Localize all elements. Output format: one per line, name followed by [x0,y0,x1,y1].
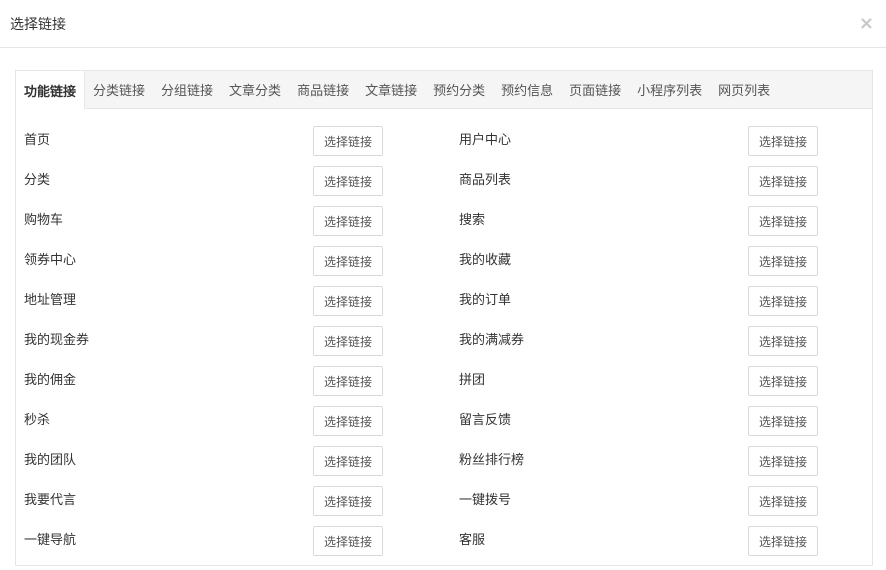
select-link-button[interactable]: 选择链接 [748,406,818,436]
select-link-button[interactable]: 选择链接 [748,206,818,236]
link-row: 我的团队 选择链接 粉丝排行榜 选择链接 [16,446,872,486]
link-label: 一键拨号 [459,493,512,508]
select-link-button[interactable]: 选择链接 [313,486,383,516]
link-row: 地址管理 选择链接 我的订单 选择链接 [16,286,872,326]
tab-10[interactable]: 网页列表 [710,71,778,108]
tab-1[interactable]: 分类链接 [85,71,153,108]
link-row: 购物车 选择链接 搜索 选择链接 [16,206,872,246]
link-label: 我的团队 [24,453,77,468]
select-link-button[interactable]: 选择链接 [313,326,383,356]
link-label: 领券中心 [24,253,77,268]
link-label: 分类 [24,173,51,188]
close-icon[interactable]: × [857,14,876,33]
link-row: 首页 选择链接 用户中心 选择链接 [16,126,872,166]
link-label: 我的收藏 [459,253,512,268]
select-link-button[interactable]: 选择链接 [313,246,383,276]
link-row: 我要代言 选择链接 一键拨号 选择链接 [16,486,872,526]
tab-6[interactable]: 预约分类 [425,71,493,108]
tab-9[interactable]: 小程序列表 [629,71,710,108]
link-label: 我的订单 [459,293,512,308]
select-link-button[interactable]: 选择链接 [313,406,383,436]
link-row: 一键导航 选择链接 客服 选择链接 [16,526,872,565]
select-link-button[interactable]: 选择链接 [748,246,818,276]
link-label: 拼团 [459,373,486,388]
link-label: 留言反馈 [459,413,512,428]
link-label: 客服 [459,533,486,548]
select-link-button[interactable]: 选择链接 [313,446,383,476]
tab-5[interactable]: 文章链接 [357,71,425,108]
link-label: 我的满减券 [459,333,525,348]
link-label: 我的现金券 [24,333,90,348]
link-label: 搜索 [459,213,486,228]
tab-8[interactable]: 页面链接 [561,71,629,108]
link-label: 购物车 [24,213,64,228]
link-panel: 功能链接 分类链接 分组链接 文章分类 商品链接 文章链接 预约分类 预约信息 页面链接 小程序列… [15,70,873,566]
link-row: 领券中心 选择链接 我的收藏 选择链接 [16,246,872,286]
tab-7[interactable]: 预约信息 [493,71,561,108]
link-grid: 首页 选择链接 用户中心 选择链接 分类 选择链接 商品列表 选择链接 购物车 选择链接 搜索 选择链… [16,109,872,565]
select-link-button[interactable]: 选择链接 [313,166,383,196]
link-label: 用户中心 [459,133,512,148]
tab-2[interactable]: 分组链接 [153,71,221,108]
link-label: 一键导航 [24,533,77,548]
select-link-button[interactable]: 选择链接 [748,486,818,516]
link-label: 地址管理 [24,293,77,308]
tab-4[interactable]: 商品链接 [289,71,357,108]
link-label: 商品列表 [459,173,512,188]
link-row: 分类 选择链接 商品列表 选择链接 [16,166,872,206]
select-link-button[interactable]: 选择链接 [313,126,383,156]
link-label: 粉丝排行榜 [459,453,525,468]
modal-header: 选择链接 × [0,0,886,48]
link-row: 秒杀 选择链接 留言反馈 选择链接 [16,406,872,446]
tab-3[interactable]: 文章分类 [221,71,289,108]
tab-bar: 功能链接 分类链接 分组链接 文章分类 商品链接 文章链接 预约分类 预约信息 页面链接 小程序列… [16,71,872,109]
select-link-button[interactable]: 选择链接 [748,166,818,196]
link-label: 我要代言 [24,493,77,508]
select-link-button[interactable]: 选择链接 [748,366,818,396]
select-link-button[interactable]: 选择链接 [748,126,818,156]
select-link-button[interactable]: 选择链接 [313,526,383,556]
link-label: 秒杀 [24,413,51,428]
select-link-button[interactable]: 选择链接 [748,446,818,476]
select-link-button[interactable]: 选择链接 [748,326,818,356]
link-row: 我的佣金 选择链接 拼团 选择链接 [16,366,872,406]
select-link-modal: 选择链接 × 功能链接 分类链接 分组链接 文章分类 商品链接 文章链接 预约分类 预约信息页… [0,0,886,570]
select-link-button[interactable]: 选择链接 [748,286,818,316]
select-link-button[interactable]: 选择链接 [313,206,383,236]
select-link-button[interactable]: 选择链接 [313,366,383,396]
select-link-button[interactable]: 选择链接 [748,526,818,556]
select-link-button[interactable]: 选择链接 [313,286,383,316]
modal-title: 选择链接 [10,16,66,33]
link-row: 我的现金券 选择链接 我的满减券 选择链接 [16,326,872,366]
tab-0[interactable]: 功能链接 [16,71,86,109]
link-label: 首页 [24,133,51,148]
link-label: 我的佣金 [24,373,77,388]
